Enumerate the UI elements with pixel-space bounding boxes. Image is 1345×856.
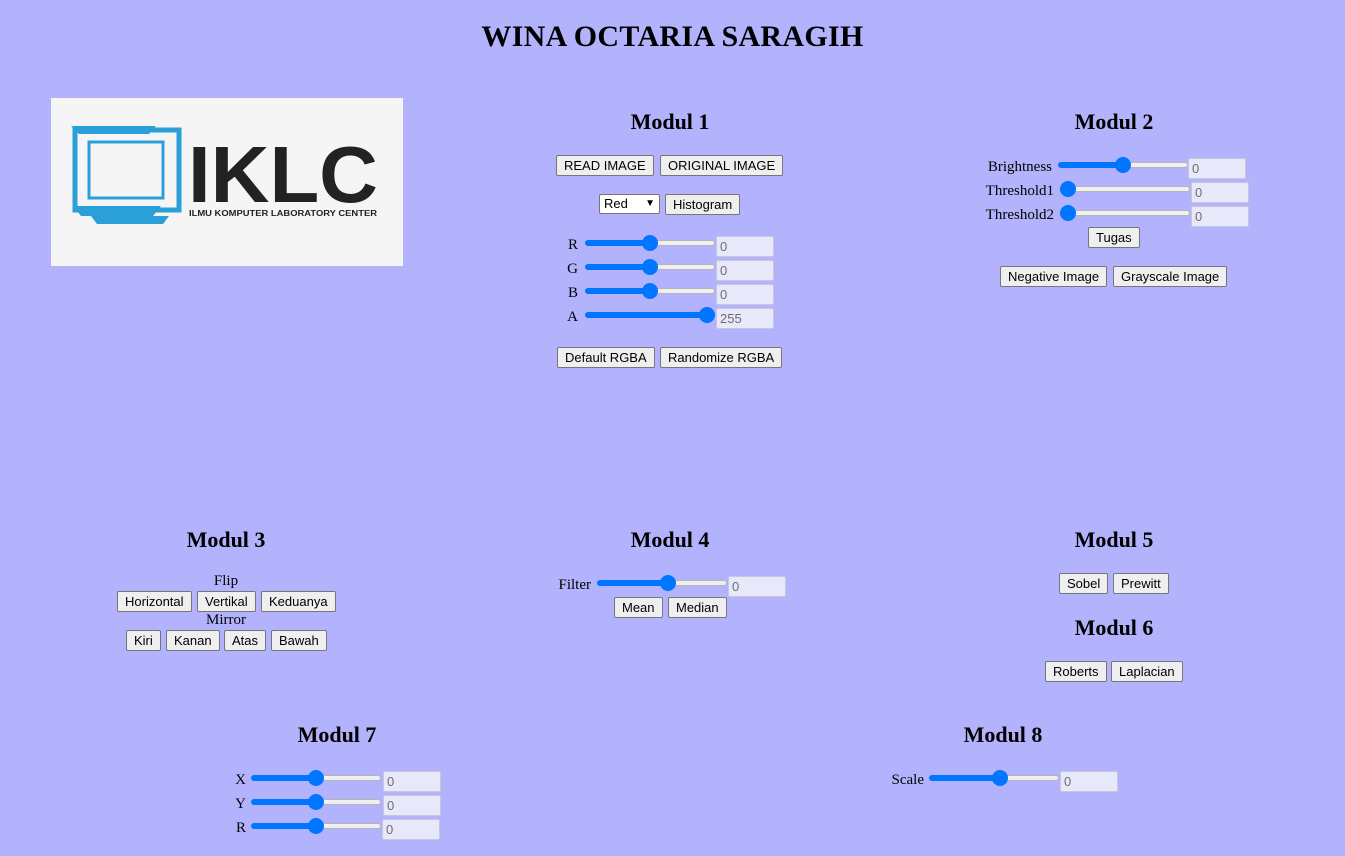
mirror-kiri-button[interactable]: Kiri: [126, 630, 161, 651]
flip-horizontal-button[interactable]: Horizontal: [117, 591, 192, 612]
default-rgba-button[interactable]: Default RGBA: [557, 347, 655, 368]
brightness-value[interactable]: 0: [1188, 158, 1246, 179]
flip-keduanya-button[interactable]: Keduanya: [261, 591, 336, 612]
slider-a[interactable]: [585, 307, 715, 323]
flip-vertikal-button[interactable]: Vertikal: [197, 591, 256, 612]
slider-x-value[interactable]: 0: [383, 771, 441, 792]
negative-image-button[interactable]: Negative Image: [1000, 266, 1108, 287]
modul7-title: Modul 7: [297, 722, 377, 747]
scale-label: Scale: [891, 772, 924, 788]
laplacian-button[interactable]: Laplacian: [1111, 661, 1183, 682]
randomize-rgba-button[interactable]: Randomize RGBA: [660, 347, 783, 368]
threshold1-value[interactable]: 0: [1191, 182, 1249, 203]
logo-wordmark: IKLC: [188, 130, 378, 219]
slider-b-value[interactable]: 0: [716, 284, 774, 305]
slider-rotate[interactable]: [251, 818, 381, 834]
grayscale-image-button[interactable]: Grayscale Image: [1113, 266, 1228, 287]
slider-b-label: B: [567, 285, 578, 301]
brightness-label: Brightness: [987, 159, 1052, 175]
slider-y-value[interactable]: 0: [383, 795, 441, 816]
mirror-bawah-button[interactable]: Bawah: [271, 630, 327, 651]
tugas-button[interactable]: Tugas: [1088, 227, 1140, 248]
iklc-logo: IKLC ILMU KOMPUTER LABORATORY CENTER: [71, 126, 378, 224]
prewitt-button[interactable]: Prewitt: [1113, 573, 1169, 594]
modul3-title: Modul 3: [186, 527, 266, 552]
scale-slider[interactable]: [929, 770, 1059, 786]
slider-b[interactable]: [585, 283, 715, 299]
slider-x-label: X: [235, 772, 246, 788]
histogram-button[interactable]: Histogram: [665, 194, 741, 215]
filter-slider[interactable]: [597, 575, 727, 591]
channel-select[interactable]: Red ▼: [599, 194, 660, 214]
threshold2-value[interactable]: 0: [1191, 206, 1249, 227]
slider-r[interactable]: [585, 235, 715, 251]
threshold1-slider[interactable]: [1060, 181, 1190, 197]
sobel-button[interactable]: Sobel: [1059, 573, 1109, 594]
slider-r-value[interactable]: 0: [716, 236, 774, 257]
filter-label: Filter: [558, 577, 592, 593]
slider-rotate-value[interactable]: 0: [382, 819, 440, 840]
slider-r-label: R: [567, 237, 578, 253]
threshold2-label: Threshold2: [985, 207, 1054, 223]
slider-a-label: A: [567, 309, 578, 325]
filter-value[interactable]: 0: [728, 576, 786, 597]
original-image-button[interactable]: ORIGINAL IMAGE: [660, 155, 784, 176]
brightness-slider[interactable]: [1058, 157, 1188, 173]
modul1-title: Modul 1: [630, 109, 710, 134]
roberts-button[interactable]: Roberts: [1045, 661, 1107, 682]
slider-x[interactable]: [251, 770, 381, 786]
read-image-button[interactable]: READ IMAGE: [556, 155, 654, 176]
mirror-label: Mirror: [206, 612, 246, 628]
mirror-atas-button[interactable]: Atas: [224, 630, 267, 651]
flip-label: Flip: [213, 573, 239, 589]
slider-a-value[interactable]: 255: [716, 308, 774, 329]
slider-g-value[interactable]: 0: [716, 260, 774, 281]
modul8-title: Modul 8: [963, 722, 1043, 747]
channel-select-value: Red: [604, 196, 628, 211]
slider-y-label: Y: [235, 796, 246, 812]
modul6-title: Modul 6: [1074, 615, 1154, 640]
mirror-kanan-button[interactable]: Kanan: [166, 630, 220, 651]
logo-subtitle: ILMU KOMPUTER LABORATORY CENTER: [189, 209, 377, 218]
page-title: WINA OCTARIA SARAGIH: [481, 20, 864, 53]
slider-rotate-label: R: [235, 820, 246, 836]
slider-g-label: G: [567, 261, 578, 277]
slider-g[interactable]: [585, 259, 715, 275]
scale-value[interactable]: 0: [1060, 771, 1118, 792]
logo-image: IKLC ILMU KOMPUTER LABORATORY CENTER: [51, 98, 403, 266]
mean-button[interactable]: Mean: [614, 597, 663, 618]
modul2-title: Modul 2: [1074, 109, 1154, 134]
modul4-title: Modul 4: [630, 527, 710, 552]
chevron-down-icon: ▼: [645, 198, 655, 209]
threshold1-label: Threshold1: [985, 183, 1054, 199]
slider-y[interactable]: [251, 794, 381, 810]
median-button[interactable]: Median: [668, 597, 727, 618]
threshold2-slider[interactable]: [1060, 205, 1190, 221]
modul5-title: Modul 5: [1074, 527, 1154, 552]
